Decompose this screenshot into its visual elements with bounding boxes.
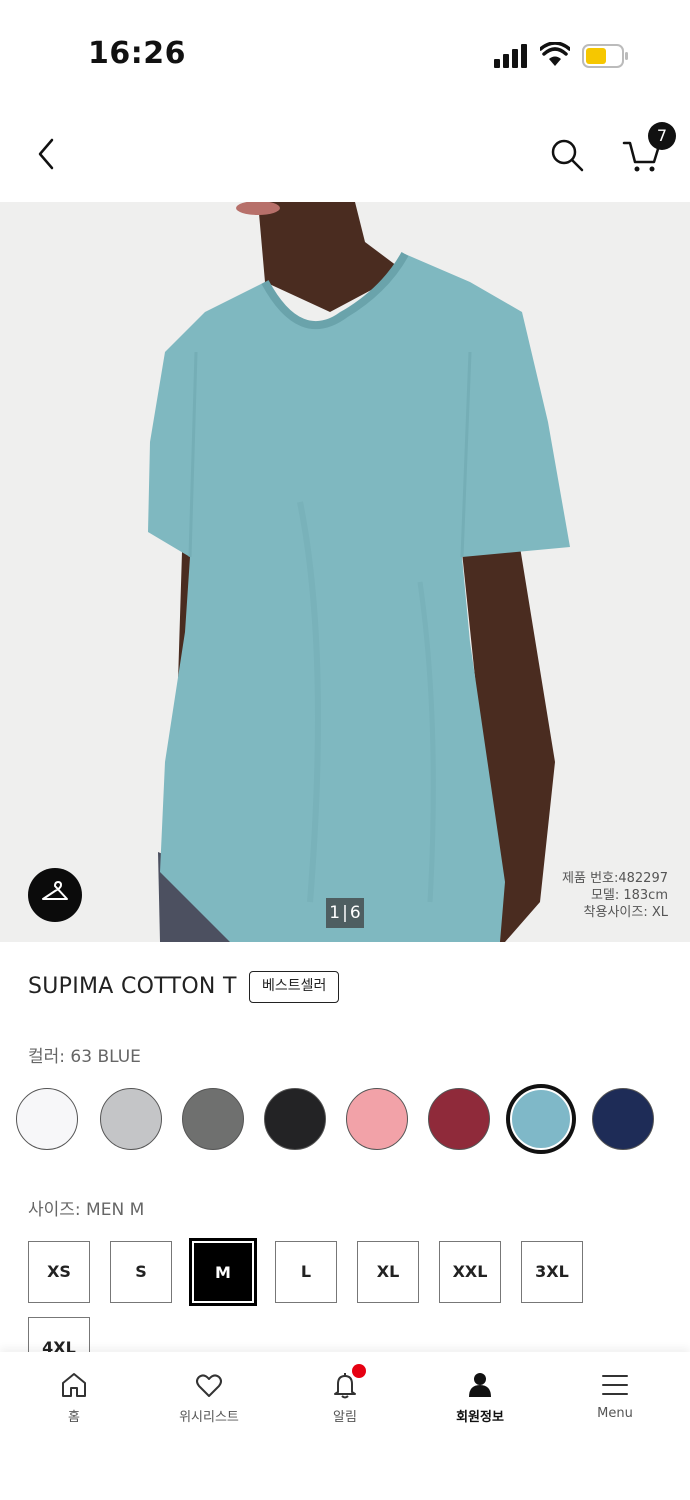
nav-menu-label: Menu (597, 1406, 633, 1421)
image-page-indicator: 1 | 6 (326, 898, 364, 928)
cart-count-badge: 7 (648, 122, 676, 150)
product-title: SUPIMA COTTON T (28, 974, 237, 999)
status-bar: 16:26 (0, 0, 690, 100)
heart-icon (196, 1374, 222, 1397)
size-option-m[interactable]: M (192, 1241, 254, 1303)
color-swatch-light-gray[interactable] (100, 1088, 162, 1150)
nav-wishlist[interactable]: 위시리스트 (154, 1370, 264, 1430)
color-swatch-navy[interactable] (592, 1088, 654, 1150)
page-current: 1 (329, 903, 341, 923)
size-option-xl[interactable]: XL (357, 1241, 419, 1303)
nav-notifications[interactable]: 알림 (290, 1364, 400, 1430)
wifi-icon (540, 42, 570, 66)
status-time: 16:26 (88, 36, 186, 71)
color-swatch-gray[interactable] (182, 1088, 244, 1150)
notification-dot (352, 1364, 366, 1378)
chevron-left-icon[interactable] (30, 134, 66, 174)
color-swatch-black[interactable] (264, 1088, 326, 1150)
signal-icon (494, 44, 530, 68)
hanger-icon (42, 881, 68, 900)
product-photo (0, 202, 690, 942)
size-label: 사이즈: MEN M (28, 1200, 145, 1220)
size-option-xxl[interactable]: XXL (439, 1241, 501, 1303)
worn-size: 착용사이즈: XL (583, 905, 668, 920)
color-label: 컬러: 63 BLUE (28, 1047, 141, 1067)
color-swatch-wine[interactable] (428, 1088, 490, 1150)
size-option-3xl[interactable]: 3XL (521, 1241, 583, 1303)
nav-member-info-label: 회원정보 (456, 1410, 504, 1425)
nav-menu[interactable]: Menu (560, 1370, 670, 1430)
model-height: 모델: 183cm (590, 888, 668, 903)
color-swatches (0, 1080, 690, 1160)
nav-wishlist-label: 위시리스트 (179, 1410, 239, 1425)
product-image-gallery[interactable]: 1 | 6 제품 번호:482297 모델: 183cm 착용사이즈: XL (0, 202, 690, 942)
page-total: 6 (349, 903, 361, 923)
nav-notifications-label: 알림 (333, 1410, 357, 1425)
menu-icon (602, 1375, 628, 1395)
size-option-s[interactable]: S (110, 1241, 172, 1303)
top-header: 7 (0, 100, 690, 202)
nav-home[interactable]: 홈 (19, 1370, 129, 1430)
battery-icon (582, 44, 628, 68)
image-info: 제품 번호:482297 모델: 183cm 착용사이즈: XL (562, 870, 668, 921)
size-option-xs[interactable]: XS (28, 1241, 90, 1303)
bottom-nav: 홈 위시리스트 알림 회원정보 Menu (0, 1352, 690, 1500)
color-swatch-white[interactable] (16, 1088, 78, 1150)
size-option-l[interactable]: L (275, 1241, 337, 1303)
color-swatch-blue[interactable] (510, 1088, 572, 1150)
bestseller-badge: 베스트셀러 (249, 971, 340, 1003)
search-icon[interactable] (548, 136, 586, 174)
home-icon (62, 1373, 86, 1397)
person-icon (469, 1373, 491, 1397)
color-swatch-pink[interactable] (346, 1088, 408, 1150)
nav-member-info[interactable]: 회원정보 (425, 1370, 535, 1430)
nav-home-label: 홈 (68, 1410, 80, 1425)
product-number: 제품 번호:482297 (562, 871, 668, 886)
hanger-button[interactable] (28, 868, 82, 922)
